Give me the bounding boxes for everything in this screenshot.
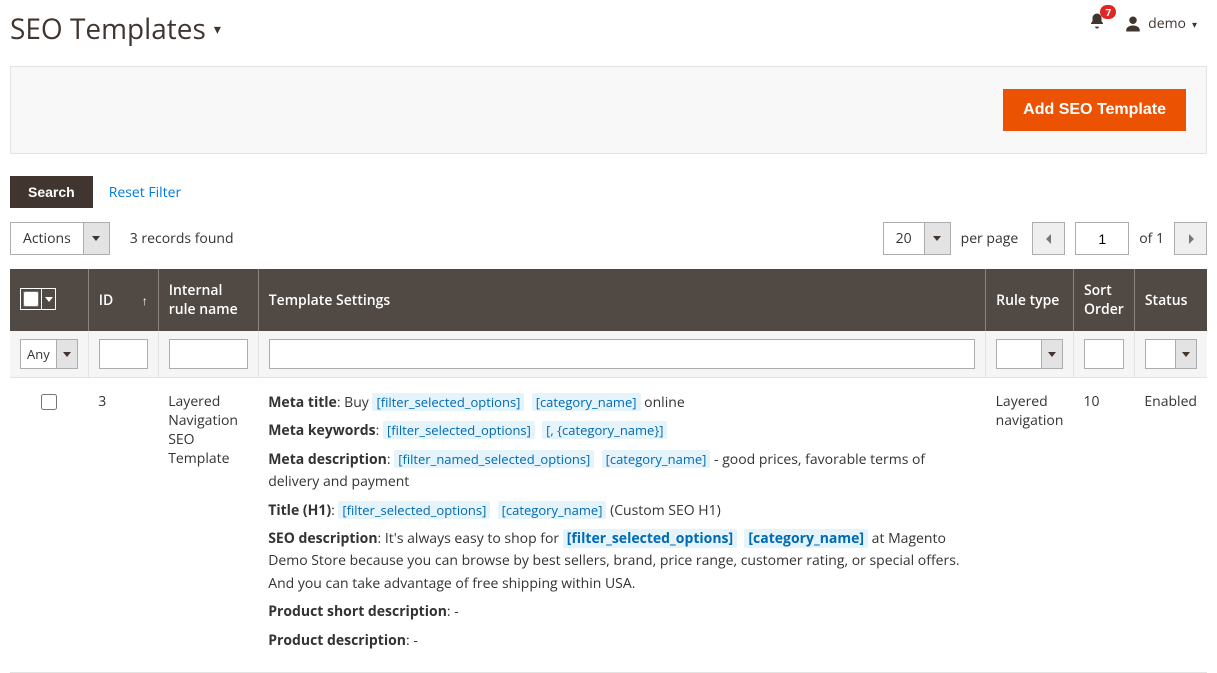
prod-short-desc-label: Product short description bbox=[268, 602, 447, 621]
reset-filter-link[interactable]: Reset Filter bbox=[109, 183, 182, 202]
chevron-down-icon[interactable] bbox=[83, 223, 109, 254]
sort-asc-icon: ↑ bbox=[142, 292, 148, 309]
filter-ruletype-label bbox=[996, 339, 1041, 369]
chevron-down-icon: ▾ bbox=[1192, 17, 1197, 31]
per-page-value: 20 bbox=[884, 223, 924, 254]
user-menu[interactable]: demo ▾ bbox=[1124, 14, 1197, 33]
row-checkbox[interactable] bbox=[41, 394, 57, 410]
filter-select-any[interactable]: Any bbox=[20, 339, 78, 369]
col-rule-type[interactable]: Rule type bbox=[986, 269, 1074, 331]
token-keywords-category: [, {category_name}] bbox=[542, 421, 667, 439]
user-icon bbox=[1124, 15, 1142, 33]
filter-settings-input[interactable] bbox=[269, 339, 975, 369]
username-label: demo bbox=[1148, 14, 1186, 33]
token-filter-named-selected: [filter_named_selected_options] bbox=[394, 450, 594, 468]
chevron-down-icon[interactable] bbox=[1041, 339, 1063, 369]
seo-desc-pre: : It's always easy to shop for bbox=[378, 529, 563, 548]
token-category-name: [category_name] bbox=[498, 501, 607, 519]
per-page-select[interactable]: 20 bbox=[883, 222, 951, 255]
notification-count-badge: 7 bbox=[1100, 5, 1116, 19]
chevron-down-icon[interactable] bbox=[1175, 339, 1197, 369]
token-filter-selected: [filter_selected_options] bbox=[372, 393, 524, 411]
records-found-label: 3 records found bbox=[130, 229, 234, 248]
per-page-label: per page bbox=[961, 229, 1019, 248]
col-template-settings[interactable]: Template Settings bbox=[258, 269, 985, 331]
chevron-right-icon bbox=[1186, 234, 1196, 244]
col-status[interactable]: Status bbox=[1134, 269, 1207, 331]
prod-short-desc-val: : - bbox=[447, 602, 459, 621]
filter-name-input[interactable] bbox=[169, 339, 248, 369]
col-id[interactable]: ID ↑ bbox=[88, 269, 158, 331]
cell-id: 3 bbox=[88, 378, 158, 673]
token-filter-selected: [filter_selected_options] bbox=[338, 501, 490, 519]
filter-any-label: Any bbox=[20, 339, 56, 369]
cell-name: Layered Navigation SEO Template bbox=[158, 378, 258, 673]
token-category-name: [category_name] bbox=[602, 450, 711, 468]
token-category-name: [category_name] bbox=[532, 393, 641, 411]
add-seo-template-button[interactable]: Add SEO Template bbox=[1003, 89, 1186, 131]
col-sort-order[interactable]: Sort Order bbox=[1073, 269, 1134, 331]
token-filter-selected-bold: [filter_selected_options] bbox=[563, 529, 737, 548]
chevron-down-icon[interactable] bbox=[924, 223, 950, 254]
col-select-all bbox=[10, 269, 88, 331]
meta-description-label: Meta description bbox=[268, 450, 387, 469]
seo-description-label: SEO description bbox=[268, 529, 377, 548]
meta-title-suffix: online bbox=[641, 393, 685, 412]
select-all-dropdown[interactable] bbox=[41, 289, 55, 309]
prod-desc-label: Product description bbox=[268, 631, 406, 650]
meta-title-label: Meta title bbox=[268, 393, 337, 412]
meta-keywords-label: Meta keywords bbox=[268, 421, 375, 440]
actions-dropdown-label: Actions bbox=[11, 223, 83, 254]
filter-status-label bbox=[1145, 339, 1175, 369]
filter-ruletype-select[interactable] bbox=[996, 339, 1063, 369]
page-number-input[interactable] bbox=[1075, 222, 1129, 255]
page-of-label: of 1 bbox=[1139, 229, 1164, 248]
filter-status-select[interactable] bbox=[1145, 339, 1197, 369]
chevron-down-icon[interactable] bbox=[56, 339, 78, 369]
col-id-label: ID bbox=[99, 291, 114, 310]
next-page-button[interactable] bbox=[1174, 222, 1207, 255]
search-button[interactable]: Search bbox=[10, 176, 93, 208]
table-row[interactable]: 3 Layered Navigation SEO Template Meta t… bbox=[10, 378, 1207, 673]
prev-page-button[interactable] bbox=[1032, 222, 1065, 255]
notifications-icon[interactable]: 7 bbox=[1088, 12, 1106, 35]
cell-sortorder: 10 bbox=[1073, 378, 1134, 673]
meta-title-prefix: : Buy bbox=[337, 393, 373, 412]
prod-desc-val: : - bbox=[406, 631, 418, 650]
select-all-checkbox[interactable] bbox=[23, 291, 39, 307]
title-dropdown-caret[interactable]: ▾ bbox=[214, 20, 221, 39]
token-category-name-bold: [category_name] bbox=[744, 529, 868, 548]
title-h1-label: Title (H1) bbox=[268, 501, 331, 520]
cell-ruletype: Layered navigation bbox=[986, 378, 1074, 673]
filter-id-input[interactable] bbox=[99, 339, 148, 369]
page-title: SEO Templates bbox=[10, 10, 206, 48]
cell-status: Enabled bbox=[1134, 378, 1207, 673]
title-h1-tail: (Custom SEO H1) bbox=[606, 501, 720, 520]
token-filter-selected: [filter_selected_options] bbox=[383, 421, 535, 439]
col-internal-name[interactable]: Internal rule name bbox=[158, 269, 258, 331]
actions-dropdown[interactable]: Actions bbox=[10, 222, 110, 255]
meta-keywords-sep: : bbox=[376, 421, 383, 440]
chevron-left-icon bbox=[1044, 234, 1054, 244]
cell-settings: Meta title: Buy [filter_selected_options… bbox=[258, 378, 985, 673]
filter-sortorder-input[interactable] bbox=[1084, 339, 1124, 369]
